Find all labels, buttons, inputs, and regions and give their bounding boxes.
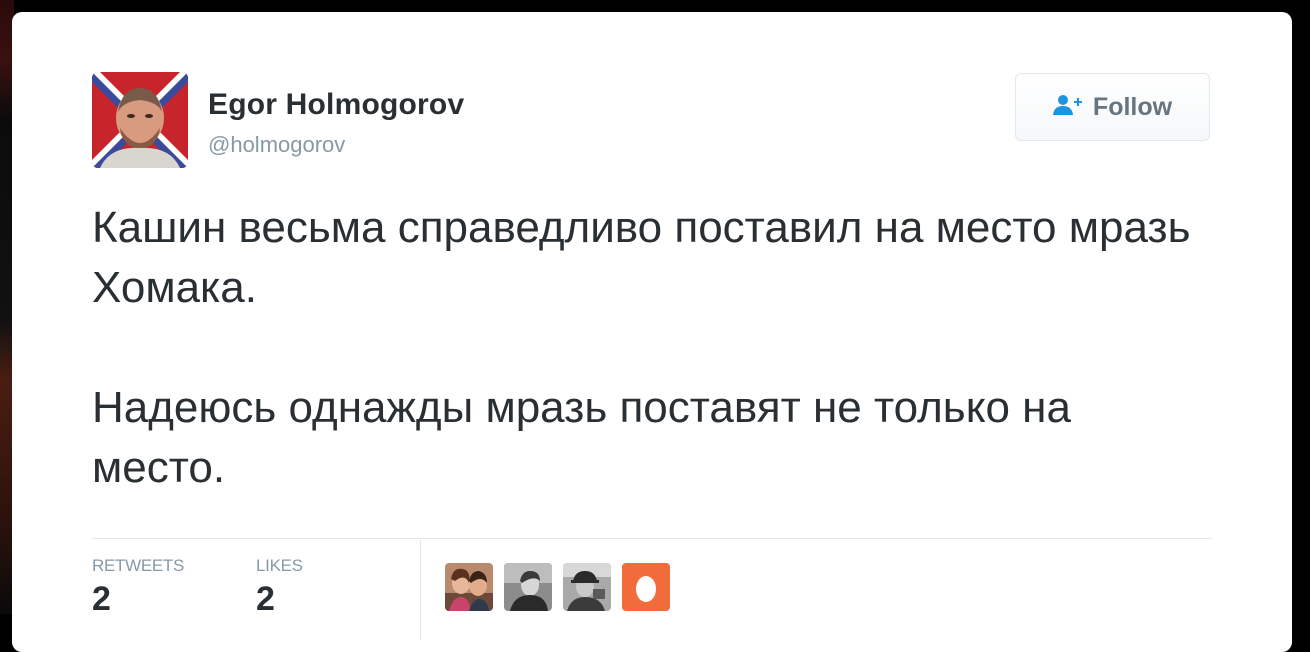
add-user-icon [1052,94,1083,121]
likes-label[interactable]: LIKES [256,556,303,576]
follow-button[interactable]: Follow [1015,73,1210,141]
stats-separator [420,540,421,640]
tweet-paragraph: Кашин весьма справедливо поставил на мес… [92,203,1191,312]
tweet-text: Кашин весьма справедливо поставил на мес… [92,198,1202,498]
likes-count[interactable]: 2 [256,580,275,619]
liker-avatar-couple[interactable] [445,563,493,611]
author-handle[interactable]: @holmogorov [208,132,345,158]
retweets-label[interactable]: RETWEETS [92,556,184,576]
liker-avatar-man-bw[interactable] [504,563,552,611]
follow-button-label: Follow [1092,92,1173,121]
tweet-card: Egor Holmogorov @holmogorov Follow Кашин… [12,12,1292,652]
tweet-paragraph: Надеюсь однажды мразь поставят не только… [92,383,1071,492]
liker-avatar-default-egg[interactable] [622,563,670,611]
author-avatar[interactable] [92,72,188,168]
stats-divider [92,538,1212,539]
avatar-image [92,72,188,168]
liker-avatar-man-hat[interactable] [563,563,611,611]
author-display-name[interactable]: Egor Holmogorov [208,88,464,122]
retweets-count[interactable]: 2 [92,580,111,619]
